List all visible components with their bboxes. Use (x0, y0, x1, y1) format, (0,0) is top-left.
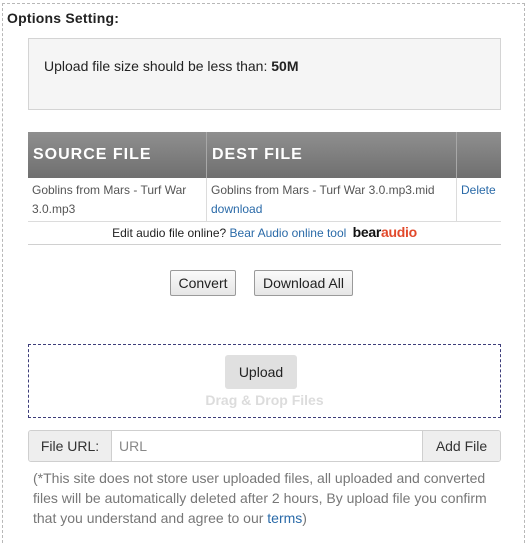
download-all-button[interactable]: Download All (254, 270, 353, 296)
delete-link[interactable]: Delete (461, 183, 496, 197)
add-file-button[interactable]: Add File (422, 431, 500, 461)
download-link[interactable]: download (211, 202, 262, 216)
header-source-file: SOURCE FILE (28, 132, 207, 178)
page-title: Options Setting: (7, 10, 120, 26)
url-input[interactable] (112, 431, 422, 461)
file-url-label: File URL: (29, 431, 112, 461)
drop-zone[interactable]: Upload Drag & Drop Files (28, 344, 501, 418)
notice-label: Upload file size should be less than: (44, 58, 272, 74)
dest-file-name: Goblins from Mars - Turf War 3.0.mp3.mid (211, 183, 435, 197)
file-table: SOURCE FILE DEST FILE Goblins from Mars … (28, 132, 501, 222)
privacy-close: ) (302, 510, 307, 526)
upload-button[interactable]: Upload (225, 355, 297, 389)
convert-button[interactable]: Convert (170, 270, 236, 296)
logo-part-audio: audio (381, 224, 417, 240)
edit-prompt: Edit audio file online? (112, 226, 227, 240)
privacy-text: (*This site does not store user uploaded… (33, 470, 487, 526)
drag-drop-hint: Drag & Drop Files (205, 392, 324, 408)
terms-link[interactable]: terms (267, 510, 302, 526)
file-url-group: File URL: Add File (28, 430, 501, 462)
bear-audio-link[interactable]: Bear Audio online tool (230, 226, 347, 240)
logo-part-bear: bear (352, 224, 382, 240)
table-row: Goblins from Mars - Turf War 3.0.mp3 Gob… (28, 178, 501, 222)
size-limit: 50M (271, 58, 299, 74)
source-file-name: Goblins from Mars - Turf War 3.0.mp3 (28, 178, 207, 221)
upload-size-notice: Upload file size should be less than: 50… (28, 38, 501, 110)
bearaudio-logo[interactable]: bearaudio (352, 224, 418, 240)
actions-cell: Delete (457, 178, 501, 221)
dest-file-cell: Goblins from Mars - Turf War 3.0.mp3.mid… (207, 178, 457, 221)
privacy-notice: (*This site does not store user uploaded… (33, 468, 493, 528)
header-actions (457, 132, 501, 178)
notice-text: Upload file size should be less than: 50… (44, 58, 298, 74)
edit-audio-online: Edit audio file online? Bear Audio onlin… (28, 220, 501, 245)
table-header: SOURCE FILE DEST FILE (28, 132, 501, 178)
header-dest-file: DEST FILE (207, 132, 457, 178)
